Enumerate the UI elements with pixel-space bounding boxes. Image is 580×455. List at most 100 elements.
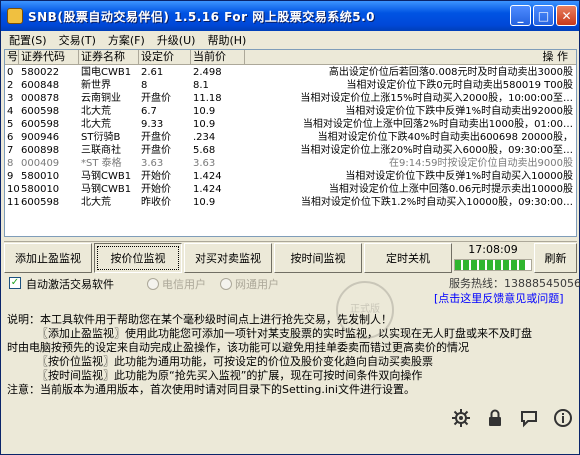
minimize-button[interactable]: _: [510, 5, 531, 26]
cell-set-price: 开盘价: [141, 145, 171, 156]
app-icon: [7, 8, 23, 24]
cell-name: 北大荒: [81, 119, 111, 130]
col-cur-price[interactable]: 当前价: [191, 50, 245, 65]
maximize-button[interactable]: □: [533, 5, 554, 26]
cell-no: 9: [7, 171, 14, 182]
info-line: 〖按时间监视〗此功能为原“抢先买入监视”的扩展，现在可按时间条件双向操作: [37, 369, 423, 382]
cell-no: 11: [7, 197, 19, 208]
auto-activate-label: 自动激活交易软件: [26, 278, 114, 291]
cell-code: 600598: [21, 197, 60, 208]
table-row[interactable]: 8 000409 *ST 泰格 3.63 3.63 在9:14:59时按设定价位自动卖出9…: [5, 157, 576, 170]
col-set-price[interactable]: 设定价: [139, 50, 191, 65]
cell-cur-price: .234: [193, 132, 216, 143]
table-row[interactable]: 5 600598 北大荒 9.33 10.9 当相对设定价位上涨中回落2%时自动卖出100…: [5, 118, 576, 131]
cell-operation: 当相对设定价位上涨15%时自动买入2000股，10:00:00至…: [300, 93, 573, 104]
table-row[interactable]: 2 600848 新世界 8 8.1 当相对设定价位下跌0元时自动卖出580019 T00…: [5, 79, 576, 92]
window-title: SNB(股票自动交易伴侣) 1.5.16 For 网上股票交易系统5.0: [28, 9, 375, 24]
table-row[interactable]: 6 900946 ST衍骑B 开盘价 .234 当相对设定价位下跌40%时自动卖出6006…: [5, 131, 576, 144]
table-row[interactable]: 9 580010 马钢CWB1 开始价 1.424 当相对设定价位下跌中反弹1%时自动买入…: [5, 170, 576, 183]
timer-progress-fill: [455, 260, 528, 270]
timed-shutdown-button[interactable]: 定时关机: [364, 243, 452, 273]
telecom-label: 电信用户: [162, 278, 206, 291]
cell-set-price: 开始价: [141, 184, 171, 195]
menu-scheme[interactable]: 方案(F): [102, 32, 151, 48]
monitor-table[interactable]: 号 证券代码 证券名称 设定价 当前价 操 作 0 580022 国电CWB1 2.6…: [4, 49, 577, 237]
cell-operation: 高出设定价位后若回落0.008元时及时自动卖出3000股: [328, 67, 573, 78]
cell-set-price: 昨收价: [141, 197, 171, 208]
refresh-button[interactable]: 刷新: [534, 243, 577, 273]
cell-cur-price: 1.424: [193, 184, 222, 195]
menu-help[interactable]: 帮助(H): [201, 32, 252, 48]
cell-cur-price: 10.9: [193, 106, 216, 117]
cell-name: 北大荒: [81, 106, 111, 117]
cell-cur-price: 5.68: [193, 145, 216, 156]
netcom-label: 网通用户: [235, 278, 279, 291]
cell-code: 580022: [21, 67, 60, 78]
cell-no: 4: [7, 106, 14, 117]
cell-set-price: 6.7: [141, 106, 157, 117]
info-line: 时由电脑按预先的设定来自动完成止盈操作，该功能可以避免用挂单委卖而错过更高卖价的…: [7, 341, 469, 354]
menu-config[interactable]: 配置(S): [3, 32, 53, 48]
cell-code: 600598: [21, 106, 60, 117]
table-row[interactable]: 3 000878 云南铜业 开盘价 11.18 当相对设定价位上涨15%时自动买入2000…: [5, 92, 576, 105]
menu-trade[interactable]: 交易(T): [53, 32, 102, 48]
table-row[interactable]: 11 600598 北大荒 昨收价 10.9 当相对设定价位下跌1.2%时自动买入1000…: [5, 196, 576, 209]
info-icon[interactable]: [553, 408, 573, 428]
cell-code: 600848: [21, 80, 60, 91]
cell-set-price: 3.63: [141, 158, 164, 169]
cell-name: 国电CWB1: [81, 67, 132, 78]
netcom-radio[interactable]: [220, 278, 232, 290]
cell-operation: 当相对设定价位下跌1.2%时自动买入10000股，09:30:00…: [300, 197, 573, 208]
info-line: 〖添加止盈监视〗使用此功能您可添加一项针对某支股票的实时监视，以实现在无人盯盘或…: [37, 327, 532, 340]
options-row: ✓ 自动激活交易软件 电信用户 网通用户 服务热线：13888545056 [点…: [4, 274, 580, 306]
cell-set-price: 8: [141, 80, 148, 91]
info-line: 〖按价位监视〗此功能为通用功能，可按设定的价位及股价变化趋向自动买卖股票: [37, 355, 433, 368]
col-code[interactable]: 证券代码: [19, 50, 79, 65]
price-monitor-button[interactable]: 按价位监视: [94, 243, 182, 273]
close-button[interactable]: ✕: [556, 5, 577, 26]
cell-set-price: 开始价: [141, 171, 171, 182]
cell-code: 000878: [21, 93, 60, 104]
menu-upgrade[interactable]: 升级(U): [151, 32, 202, 48]
telecom-radio[interactable]: [147, 278, 159, 290]
cell-no: 7: [7, 145, 14, 156]
add-stop-profit-button[interactable]: 添加止盈监视: [4, 243, 92, 273]
cell-code: 580010: [21, 171, 60, 182]
clock-display: 17:08:09: [468, 243, 518, 256]
auto-activate-checkbox[interactable]: ✓: [9, 277, 21, 289]
cell-cur-price: 8.1: [193, 80, 209, 91]
feedback-link[interactable]: [点击这里反馈意见或问题]: [434, 290, 564, 306]
cell-set-price: 2.61: [141, 67, 164, 78]
main-window: SNB(股票自动交易伴侣) 1.5.16 For 网上股票交易系统5.0 _ □…: [0, 0, 580, 455]
lock-icon[interactable]: [485, 408, 505, 428]
table-header: 号 证券代码 证券名称 设定价 当前价 操 作: [5, 50, 576, 65]
table-row[interactable]: 4 600598 北大荒 6.7 10.9 当相对设定价位下跌中反弹1%时自动卖出9200…: [5, 105, 576, 118]
col-operation[interactable]: 操 作: [245, 50, 576, 65]
cell-set-price: 9.33: [141, 119, 164, 130]
col-name[interactable]: 证券名称: [79, 50, 139, 65]
timer-progress: [454, 259, 532, 271]
cell-operation: 当相对设定价位下跌中反弹1%时自动买入10000股: [345, 171, 573, 182]
table-row[interactable]: 0 580022 国电CWB1 2.61 2.498 高出设定价位后若回落0.008元时及…: [5, 66, 576, 79]
cell-set-price: 开盘价: [141, 132, 171, 143]
buy-sell-monitor-button[interactable]: 对买对卖监视: [184, 243, 272, 273]
cell-set-price: 开盘价: [141, 93, 171, 104]
title-bar[interactable]: SNB(股票自动交易伴侣) 1.5.16 For 网上股票交易系统5.0 _ □…: [1, 1, 579, 31]
table-row[interactable]: 10 580010 马钢CWB1 开始价 1.424 当相对设定价位上涨中回落0.06元时…: [5, 183, 576, 196]
service-hotline: 服务热线：13888545056: [449, 277, 580, 290]
cell-cur-price: 10.9: [193, 119, 216, 130]
cell-code: 600598: [21, 119, 60, 130]
time-monitor-button[interactable]: 按时间监视: [274, 243, 362, 273]
cell-operation: 当相对设定价位上涨中回落0.06元时提示卖出10000股: [328, 184, 573, 195]
cell-no: 10: [7, 184, 19, 195]
help-text: 说明：本工具软件用于帮助您在某个毫秒级时间点上进行抢先交易，先发制人！ 〖添加止…: [7, 313, 577, 397]
gear-icon[interactable]: [451, 408, 471, 428]
cell-operation: 当相对设定价位下跌0元时自动卖出580019 T00股: [346, 80, 573, 91]
cell-operation: 当相对设定价位上涨20%时自动买入6000股，09:30:00至…: [300, 145, 573, 156]
chat-icon[interactable]: [519, 408, 539, 428]
table-row[interactable]: 7 600898 三联商社 开盘价 5.68 当相对设定价位上涨20%时自动买入6000股…: [5, 144, 576, 157]
cell-cur-price: 2.498: [193, 67, 222, 78]
col-no[interactable]: 号: [5, 50, 19, 65]
cell-no: 5: [7, 119, 14, 130]
menu-bar: 配置(S) 交易(T) 方案(F) 升级(U) 帮助(H): [1, 31, 579, 49]
